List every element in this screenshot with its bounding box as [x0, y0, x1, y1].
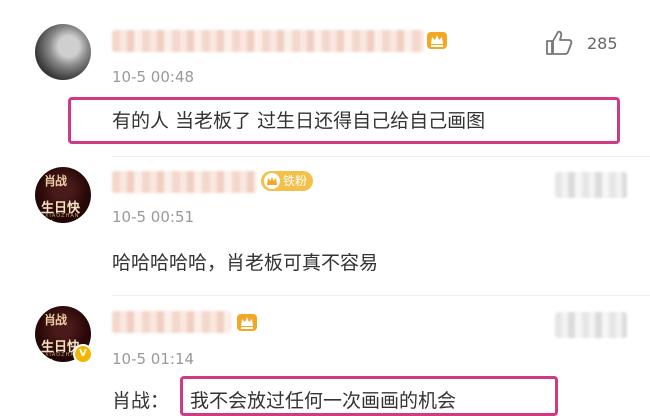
thumbs-up-icon[interactable] — [545, 30, 573, 56]
highlight-box — [68, 97, 620, 144]
fan-badge[interactable]: 铁粉 — [261, 171, 314, 191]
divider — [112, 156, 650, 157]
comment-prefix: 肖战： — [112, 390, 170, 412]
avatar[interactable] — [35, 24, 91, 80]
divider — [112, 295, 650, 296]
verified-icon: V — [73, 344, 93, 364]
blurred-like[interactable] — [555, 172, 627, 198]
crown-icon — [427, 32, 447, 49]
blurred-username[interactable] — [112, 30, 424, 52]
badge-label: 铁粉 — [283, 174, 308, 188]
highlight-box — [180, 376, 558, 416]
comment-time: 10-5 00:51 — [112, 208, 195, 226]
blurred-like[interactable] — [555, 312, 627, 338]
like-count: 285 — [587, 34, 618, 53]
comment-text: 哈哈哈哈哈，肖老板可真不容易 — [112, 252, 379, 274]
crown-icon — [264, 173, 280, 189]
blurred-username[interactable] — [112, 311, 232, 333]
blurred-username[interactable] — [112, 171, 257, 193]
crown-icon — [237, 314, 257, 331]
avatar[interactable]: 肖战 生日快乐 XIAOZHAN — [35, 167, 91, 223]
comment-time: 10-5 00:48 — [112, 68, 195, 86]
comment-time: 10-5 01:14 — [112, 350, 195, 368]
